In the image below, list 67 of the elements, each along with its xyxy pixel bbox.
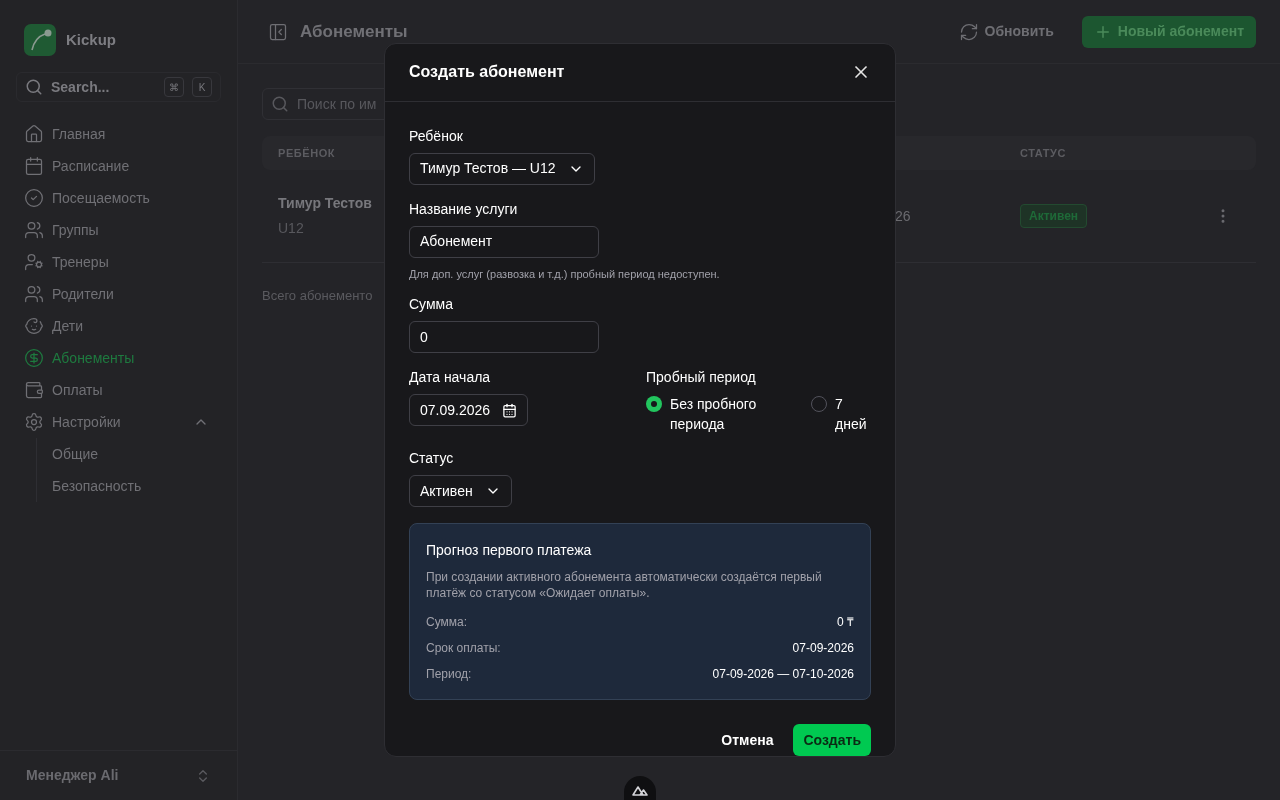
forecast-text: При создании активного абонемента автоматически создаётся первый платёж со статусом «Ожидает оплаты». — [426, 569, 823, 601]
forecast-value: 07-09-2026 — [792, 640, 854, 657]
home-icon — [24, 124, 44, 144]
table-cell-text: 26 — [895, 206, 911, 226]
nav-item[interactable]: Абонементы — [24, 342, 213, 374]
radio-option[interactable]: Без пробного периода — [646, 394, 770, 434]
users-icon — [24, 220, 44, 240]
check-circle-icon — [24, 188, 44, 208]
field-label: Пробный период — [646, 368, 757, 387]
hint-text: Для доп. услуг (развозка и т.д.) пробный период недоступен. — [409, 266, 721, 282]
calendar-icon — [502, 402, 518, 418]
app-name: Kickup — [66, 29, 116, 50]
logo-icon — [24, 24, 56, 56]
radio-option[interactable]: 7 дней — [811, 394, 871, 434]
search-icon — [25, 78, 43, 96]
search-icon — [271, 95, 289, 113]
refresh-button[interactable]: Обновить — [950, 15, 1062, 48]
radio-label: Без пробного периода — [670, 395, 758, 434]
create-button[interactable]: Создать — [793, 724, 871, 756]
nav-item[interactable]: Тренеры — [24, 246, 213, 278]
shortcut-key: K — [192, 77, 212, 97]
forecast-label: Срок оплаты: — [426, 640, 501, 657]
calendar-icon — [24, 156, 44, 176]
nav-subitem[interactable]: Общие — [52, 438, 213, 470]
nav-item[interactable]: Родители — [24, 278, 213, 310]
field-label: Название услуги — [409, 199, 519, 219]
radio-label: 7 дней — [835, 395, 868, 434]
forecast-label: Период: — [426, 666, 472, 683]
settings-icon — [24, 412, 44, 432]
search-field[interactable]: Search... ⌘ K — [16, 72, 221, 102]
page-title: Абонементы — [300, 20, 409, 43]
radio-button[interactable] — [646, 396, 662, 412]
cancel-button[interactable]: Отмена — [709, 724, 786, 756]
dialog-title: Создать абонемент — [409, 62, 566, 83]
users-icon — [24, 284, 44, 304]
child-select[interactable]: Тимур Тестов — U12 — [409, 152, 595, 185]
forecast-value: 07-09-2026 — 07-10-2026 — [712, 666, 854, 683]
user-cog-icon — [24, 252, 44, 272]
nav-subitem[interactable]: Безопасность — [52, 470, 213, 502]
nav-item[interactable]: Главная — [24, 118, 213, 150]
field-label: Ребёнок — [409, 126, 464, 146]
nav-item[interactable]: Дети — [24, 310, 213, 342]
shortcut-key: ⌘ — [164, 77, 184, 97]
nav-item[interactable]: Группы — [24, 214, 213, 246]
wallet-icon — [24, 380, 44, 400]
field-label: Статус — [409, 449, 455, 468]
search-placeholder: Search... — [51, 77, 111, 97]
service-name-field[interactable]: Абонемент — [409, 225, 599, 258]
table-cell-text: Тимур Тестов — [278, 194, 372, 213]
devtools-logo-icon[interactable] — [624, 776, 656, 800]
amount-field[interactable]: 0 — [409, 321, 599, 353]
nav-item[interactable]: Расписание — [24, 150, 213, 182]
user-name: Менеджер Ali — [26, 766, 120, 785]
nav-item[interactable]: Настройки — [24, 406, 213, 438]
field-label: Дата начала — [409, 368, 492, 387]
field-label: Сумма — [409, 295, 454, 314]
forecast-title: Прогноз первого платежа — [426, 541, 593, 560]
start-date-field[interactable]: 07.09.2026 — [409, 394, 529, 426]
refresh-icon — [958, 21, 979, 42]
nav-item[interactable]: Посещаемость — [24, 182, 213, 214]
dollar-circle-icon — [24, 348, 44, 368]
forecast-label: Сумма: — [426, 614, 468, 631]
nav-item[interactable]: Оплаты — [24, 374, 213, 406]
status-select[interactable]: Активен — [409, 475, 512, 507]
baby-face-icon — [24, 316, 44, 336]
panel-toggle-icon[interactable] — [268, 21, 288, 42]
forecast-value: 0 ₸ — [837, 614, 854, 631]
